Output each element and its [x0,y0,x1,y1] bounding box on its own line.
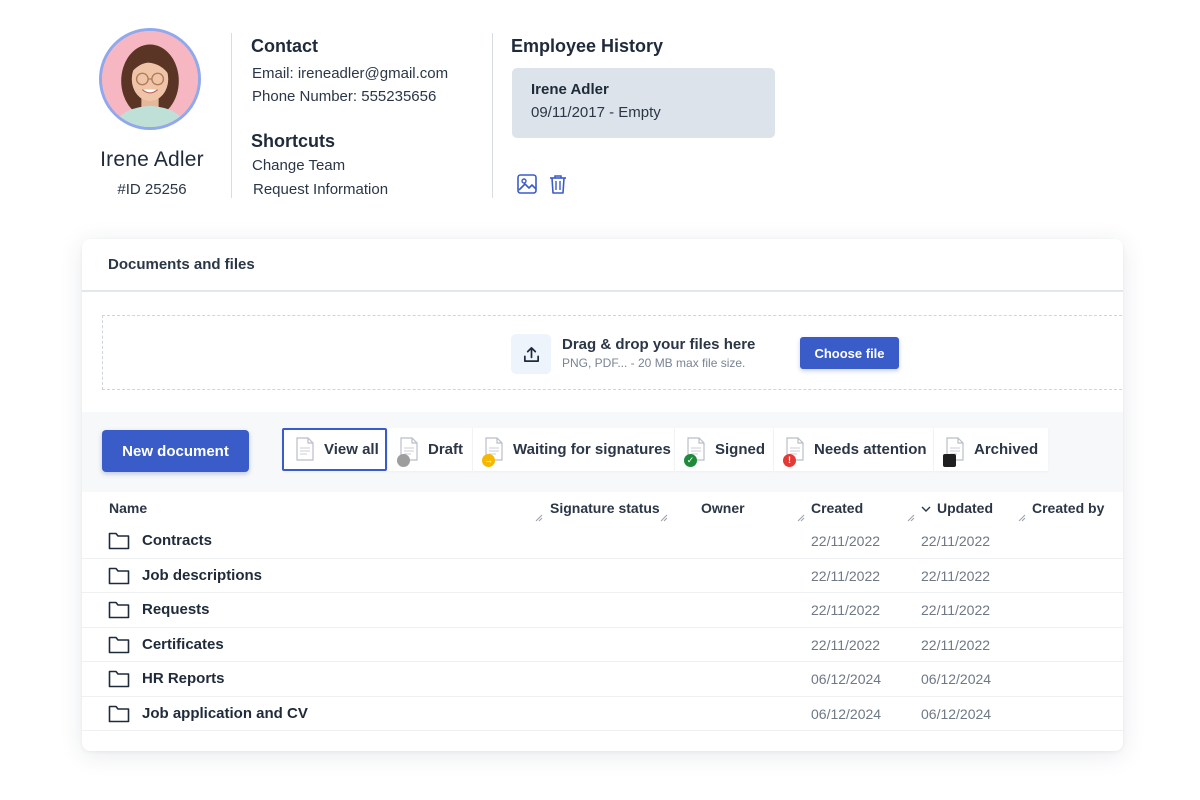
row-created: 06/12/2024 [811,705,882,722]
check-icon: ✓ [684,453,697,467]
folder-icon [108,670,130,688]
image-icon[interactable] [516,173,538,195]
table-header: Name Signature status Owner Created Upda… [82,492,1123,525]
documents-title: Documents and files [108,256,255,273]
profile-id: #ID 25256 [117,181,187,198]
divider [231,33,232,198]
row-updated: 06/12/2024 [921,671,992,687]
row-name: Certificates [142,635,224,653]
row-created: 22/11/2022 [811,602,881,618]
filter-tab-needs-attention[interactable]: ! Needs attention [774,428,933,471]
folder-icon [108,601,130,619]
avatar [99,28,201,130]
archive-box-icon [943,453,956,467]
dropzone-subtitle: PNG, PDF... - 20 MB max file size. [562,356,746,370]
column-resize-icon[interactable] [535,514,543,522]
filter-tab-draft[interactable]: Draft [388,428,472,471]
table-row[interactable]: Certificates 22/11/2022 22/11/2022 [82,628,1123,662]
employee-history-title: Employee History [511,36,664,56]
table-row[interactable]: Job descriptions 22/11/2022 22/11/2022 [82,559,1123,593]
row-name: Requests [142,601,210,618]
column-resize-icon[interactable] [797,514,805,522]
row-name: HR Reports [142,670,225,687]
avatar-portrait-icon [102,31,198,127]
dropzone-title: Drag & drop your files here [562,336,756,353]
table-row[interactable]: Job application and CV 06/12/2024 06/12/… [82,697,1123,731]
column-header-updated[interactable]: Updated [937,500,993,516]
folder-icon [108,532,130,550]
history-entry-name: Irene Adler [531,81,609,98]
table-row[interactable]: Contracts 22/11/2022 22/11/2022 [82,524,1123,559]
filter-tab-waiting-for-signatures[interactable]: → Waiting for signatures [473,428,674,471]
documents-panel: Documents and files Drag & drop your fil… [82,239,1123,751]
document-attention-icon: ! [783,436,806,467]
row-updated: 22/11/2022 [921,636,991,653]
document-icon [294,436,316,463]
row-created: 22/11/2022 [811,567,881,584]
column-resize-icon[interactable] [660,514,668,522]
new-document-button[interactable]: New document [102,430,249,472]
filter-tab-signed[interactable]: ✓ Signed [675,428,773,471]
table-row[interactable]: Requests 22/11/2022 22/11/2022 [82,593,1123,628]
profile-name: Irene Adler [100,148,204,171]
row-created: 22/11/2022 [811,533,881,549]
column-header-created[interactable]: Created [811,500,863,516]
document-archived-icon [943,436,966,467]
filter-tab-archived[interactable]: Archived [934,428,1048,471]
filter-label: View all [324,441,379,458]
contact-phone: Phone Number: 555235656 [252,88,437,105]
folder-icon [108,636,130,653]
sort-descending-icon[interactable] [921,505,931,513]
trash-icon[interactable] [547,173,569,195]
document-signed-icon: ✓ [684,436,707,467]
choose-file-button[interactable]: Choose file [800,337,899,369]
shortcut-change-team[interactable]: Change Team [252,157,345,174]
upload-icon [511,334,551,374]
filter-tab-view-all[interactable]: View all [282,428,387,471]
row-updated: 22/11/2022 [921,533,991,549]
row-updated: 22/11/2022 [921,602,991,618]
row-updated: 22/11/2022 [921,567,991,584]
filter-label: Draft [428,441,464,458]
contact-title: Contact [251,36,318,56]
filter-label: Waiting for signatures [513,441,671,458]
draft-status-dot [397,453,410,467]
folder-icon [108,705,130,722]
documents-panel-header: Documents and files [82,239,1123,292]
column-resize-icon[interactable] [907,514,915,522]
folder-icon [108,567,130,584]
row-name: Job application and CV [142,704,308,722]
column-resize-icon[interactable] [1018,514,1026,522]
file-dropzone[interactable]: Drag & drop your files here PNG, PDF... … [102,315,1123,390]
filter-label: Archived [974,441,1039,458]
column-header-signature-status[interactable]: Signature status [550,500,660,516]
row-created: 22/11/2022 [811,636,881,653]
divider [492,33,493,198]
row-updated: 06/12/2024 [921,705,992,722]
column-header-created-by[interactable]: Created by [1032,500,1104,516]
row-created: 06/12/2024 [811,671,882,687]
filter-label: Needs attention [814,441,927,458]
employee-profile-page: Irene Adler #ID 25256 Contact Email: ire… [0,0,1200,800]
alert-icon: ! [783,453,796,467]
contact-email: Email: ireneadler@gmail.com [252,65,449,82]
filter-label: Signed [715,441,766,458]
documents-table-body: Contracts 22/11/2022 22/11/2022 Job desc… [82,524,1123,731]
arrow-right-icon: → [482,453,495,467]
column-header-name[interactable]: Name [109,500,147,516]
document-draft-icon [397,436,420,467]
table-row[interactable]: HR Reports 06/12/2024 06/12/2024 [82,662,1123,697]
shortcut-request-information[interactable]: Request Information [253,181,388,198]
documents-toolbar: New document View all Draft → Waiting fo… [82,412,1123,492]
history-entry-card[interactable]: Irene Adler 09/11/2017 - Empty [512,68,775,138]
history-entry-date: 09/11/2017 - Empty [531,104,661,121]
document-waiting-icon: → [482,436,505,467]
column-header-owner[interactable]: Owner [701,500,745,516]
row-name: Contracts [142,532,213,549]
shortcuts-title: Shortcuts [251,131,336,151]
row-name: Job descriptions [142,566,263,584]
